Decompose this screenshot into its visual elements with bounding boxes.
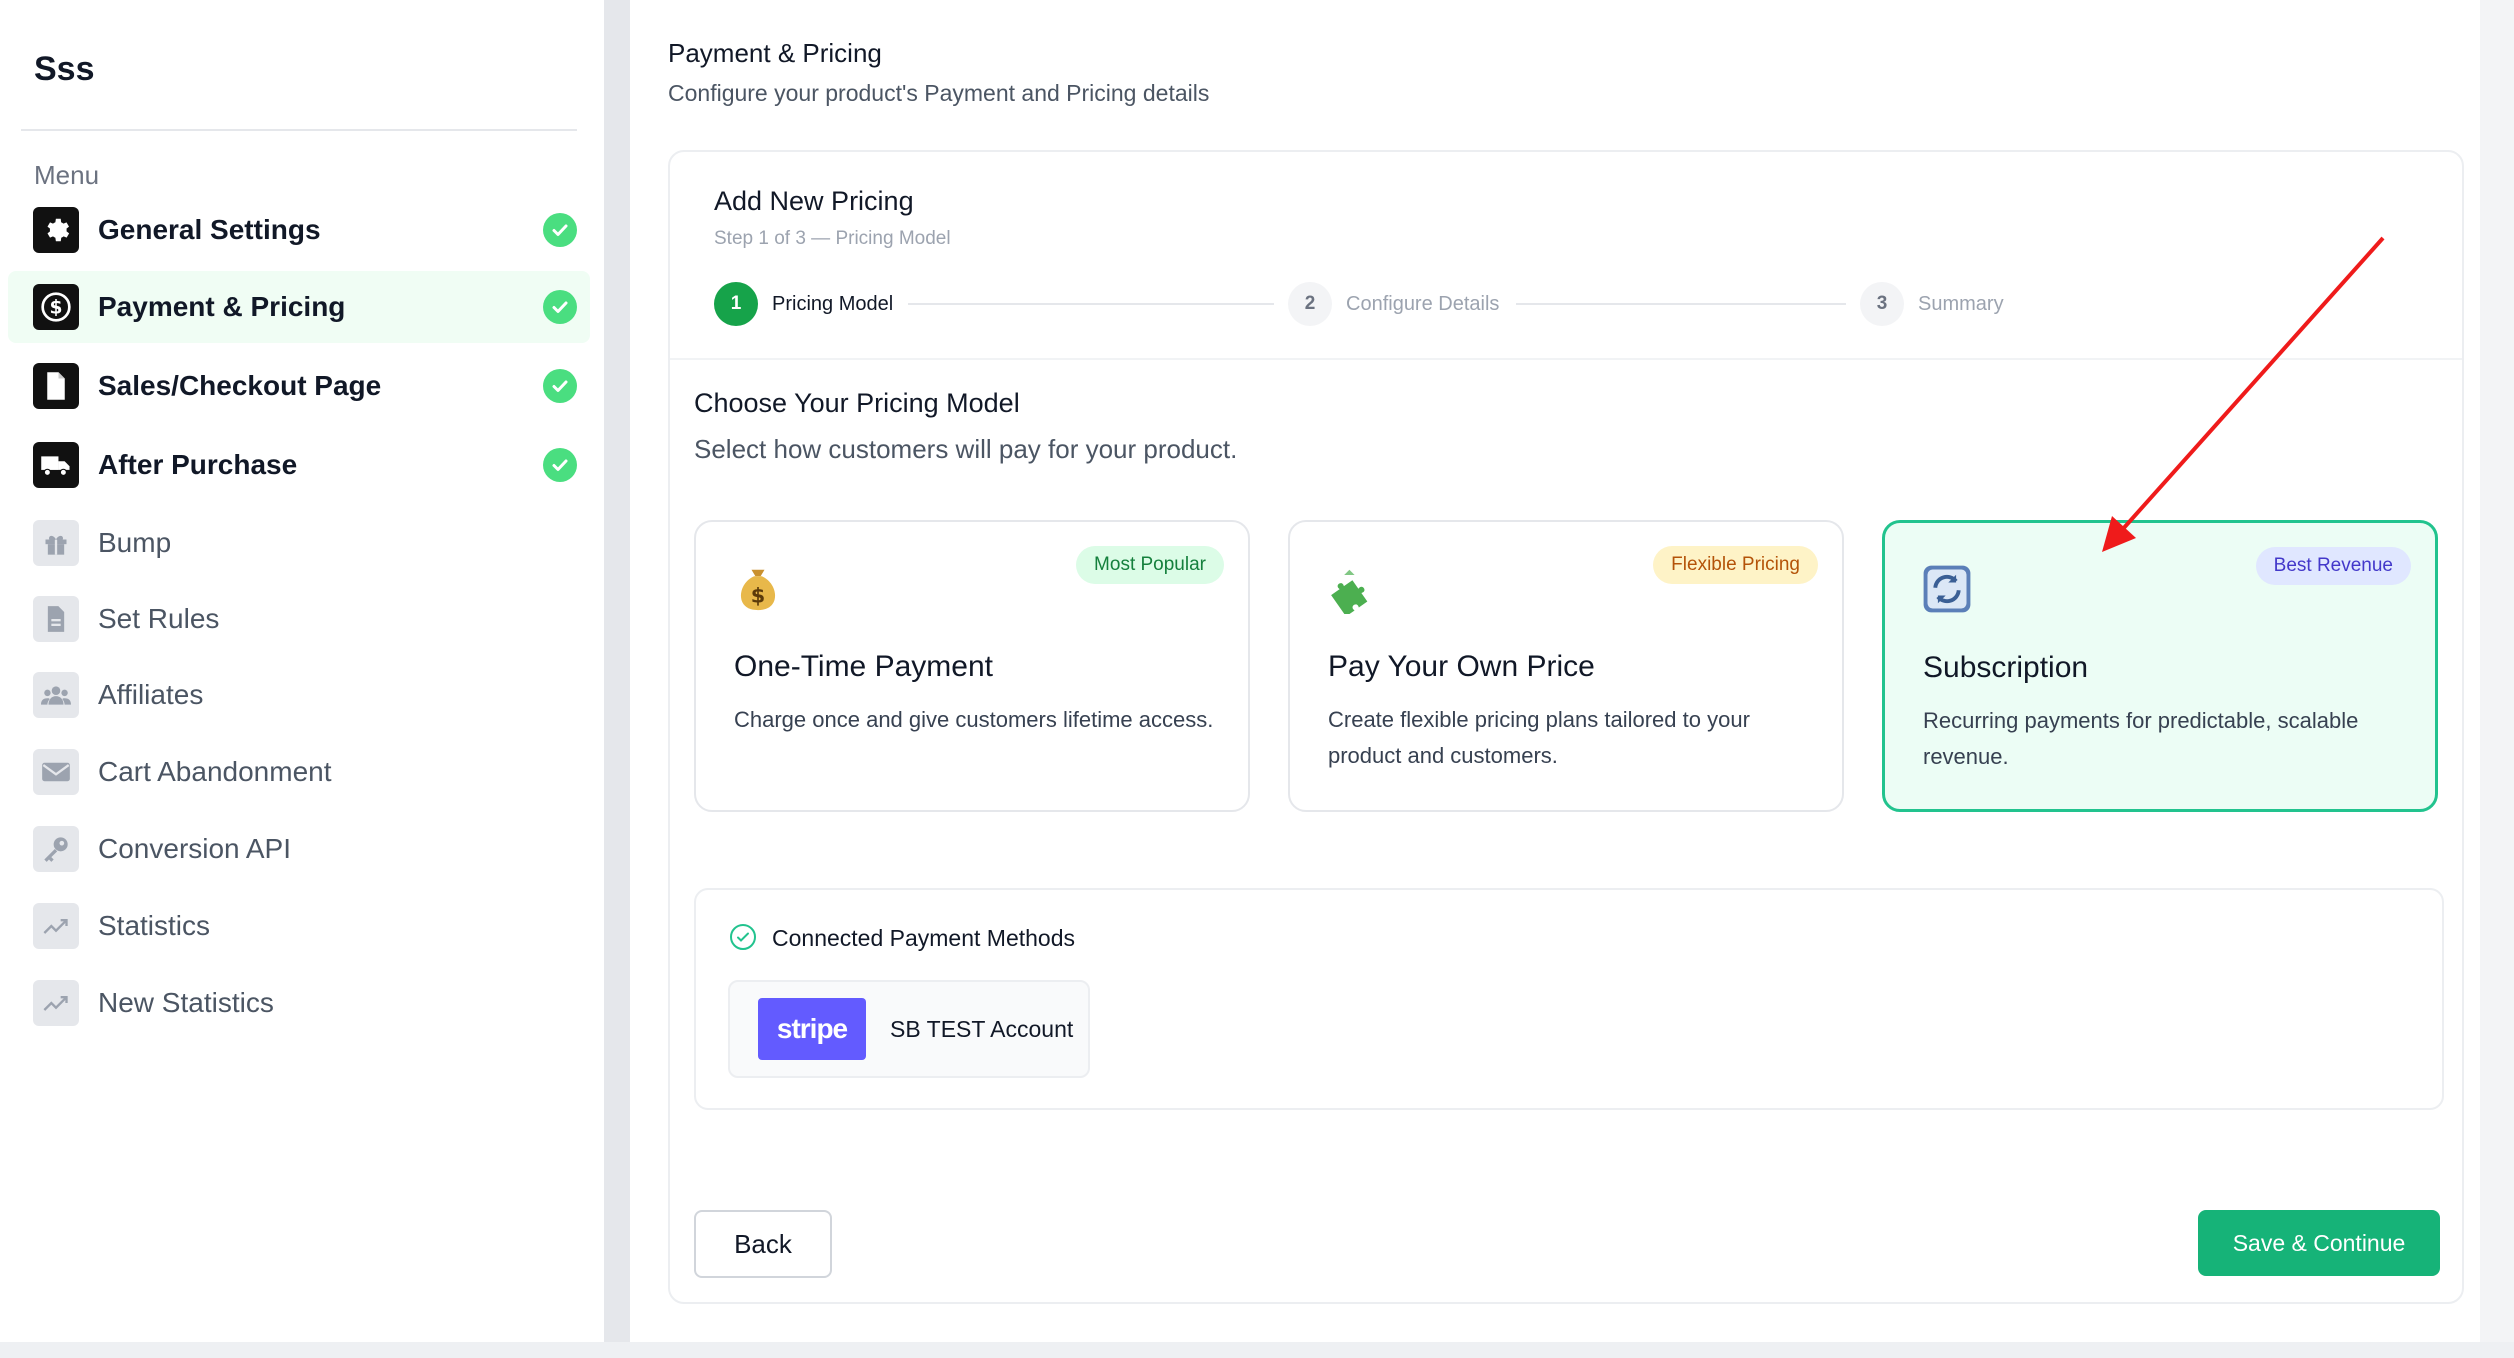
sidebar-item-label: Cart Abandonment: [98, 756, 332, 787]
money-bag-icon: $: [732, 562, 784, 614]
pricing-card-pay-your-own-price[interactable]: Flexible Pricing Pay Your Own Price Crea…: [1288, 520, 1844, 812]
card-description: Recurring payments for predictable, scal…: [1923, 708, 2359, 769]
app-window: Sss Menu General Settings $ Payment & Pr…: [0, 0, 2514, 1358]
check-circle-icon: [543, 213, 577, 247]
sidebar-item-label: Set Rules: [98, 603, 220, 634]
sidebar-item-label: Conversion API: [98, 833, 291, 864]
sidebar-item-conversion-api[interactable]: Conversion API: [8, 813, 590, 885]
sidebar-item-statistics[interactable]: Statistics: [8, 890, 590, 962]
stripe-logo: stripe: [758, 998, 866, 1060]
step-1-label: Pricing Model: [772, 293, 894, 315]
mail-icon: [33, 749, 79, 795]
pricing-card-one-time[interactable]: Most Popular $ One-Time Payment Charge o…: [694, 520, 1250, 812]
card-description: Charge once and give customers lifetime …: [734, 707, 1214, 732]
page-title: Payment & Pricing: [668, 38, 882, 68]
pricing-panel: Add New Pricing Step 1 of 3 — Pricing Mo…: [668, 150, 2464, 1304]
card-title: Subscription: [1923, 651, 2089, 684]
document-icon: [33, 363, 79, 409]
payment-methods-title: Connected Payment Methods: [772, 925, 1076, 951]
step-2-label: Configure Details: [1346, 293, 1500, 315]
key-icon: [33, 826, 79, 872]
card-badge: Most Popular: [1076, 546, 1224, 584]
menu-heading: Menu: [34, 160, 100, 190]
truck-icon: [33, 442, 79, 488]
card-title: Pay Your Own Price: [1328, 650, 1595, 683]
panel-step-text: Step 1 of 3 — Pricing Model: [714, 228, 951, 249]
users-icon: [33, 672, 79, 718]
sidebar-item-after-purchase[interactable]: After Purchase: [8, 429, 590, 501]
panel-header-divider: [670, 358, 2462, 360]
page-subtitle: Configure your product's Payment and Pri…: [668, 80, 1210, 106]
check-circle-icon: [543, 369, 577, 403]
stepper-connector: [1516, 303, 1846, 305]
sidebar-edge: [604, 0, 630, 1342]
step-3-label: Summary: [1918, 293, 2004, 315]
scrollbar-track[interactable]: [2480, 0, 2514, 1342]
file-icon: [33, 596, 79, 642]
brand-name: Sss: [34, 50, 95, 88]
sidebar-item-payment-pricing[interactable]: $ Payment & Pricing: [8, 271, 590, 343]
sidebar-item-label: Affiliates: [98, 679, 204, 710]
sidebar-item-cart-abandonment[interactable]: Cart Abandonment: [8, 736, 590, 808]
card-title: One-Time Payment: [734, 650, 993, 683]
gear-icon: [33, 207, 79, 253]
check-circle-icon: [730, 924, 756, 950]
account-name: SB TEST Account: [890, 1016, 1074, 1042]
step-2-indicator[interactable]: 2: [1288, 282, 1332, 326]
main-content: Payment & Pricing Configure your product…: [630, 0, 2480, 1342]
step-3-indicator[interactable]: 3: [1860, 282, 1904, 326]
sidebar-item-label: Payment & Pricing: [98, 291, 346, 322]
stepper-connector: [908, 303, 1274, 305]
sidebar-item-label: New Statistics: [98, 987, 274, 1018]
sidebar-item-label: After Purchase: [98, 449, 298, 480]
sidebar-item-sales-checkout-page[interactable]: Sales/Checkout Page: [8, 350, 590, 422]
svg-text:$: $: [751, 583, 765, 607]
trend-icon: [33, 980, 79, 1026]
save-continue-button[interactable]: Save & Continue: [2198, 1210, 2440, 1276]
check-circle-icon: [543, 290, 577, 324]
trend-icon: [33, 903, 79, 949]
sidebar-divider: [21, 129, 577, 131]
puzzle-icon: [1326, 562, 1378, 617]
svg-text:$: $: [50, 298, 63, 319]
step-1-indicator[interactable]: 1: [714, 282, 758, 326]
sidebar-item-label: Statistics: [98, 910, 211, 941]
gift-icon: [33, 520, 79, 566]
sidebar-item-label: Bump: [98, 527, 172, 558]
sidebar: Sss Menu General Settings $ Payment & Pr…: [0, 0, 604, 1342]
sidebar-item-affiliates[interactable]: Affiliates: [8, 659, 590, 731]
sidebar-item-general-settings[interactable]: General Settings: [8, 194, 590, 266]
card-description: Create flexible pricing plans tailored t…: [1328, 707, 1750, 768]
section-subtitle: Select how customers will pay for your p…: [694, 434, 1238, 464]
check-circle-icon: [543, 448, 577, 482]
connected-payment-methods: Connected Payment Methods stripe SB TEST…: [694, 888, 2444, 1110]
dollar-icon: $: [33, 284, 79, 330]
card-badge: Flexible Pricing: [1653, 546, 1818, 584]
sidebar-item-label: General Settings: [98, 214, 321, 245]
back-button[interactable]: Back: [694, 1210, 832, 1278]
section-title: Choose Your Pricing Model: [694, 388, 1020, 418]
sidebar-item-new-statistics[interactable]: New Statistics: [8, 967, 590, 1039]
sidebar-item-bump[interactable]: Bump: [8, 507, 590, 579]
sidebar-item-set-rules[interactable]: Set Rules: [8, 583, 590, 655]
refresh-icon: [1921, 563, 1973, 615]
sidebar-item-label: Sales/Checkout Page: [98, 370, 382, 401]
stripe-account-chip[interactable]: stripe SB TEST Account: [728, 980, 1090, 1078]
card-badge: Best Revenue: [2255, 547, 2411, 585]
pricing-card-subscription[interactable]: Best Revenue Subscription Recurring paym…: [1882, 520, 2438, 812]
window-bottom-edge: [0, 1342, 2514, 1358]
panel-title: Add New Pricing: [714, 186, 914, 216]
